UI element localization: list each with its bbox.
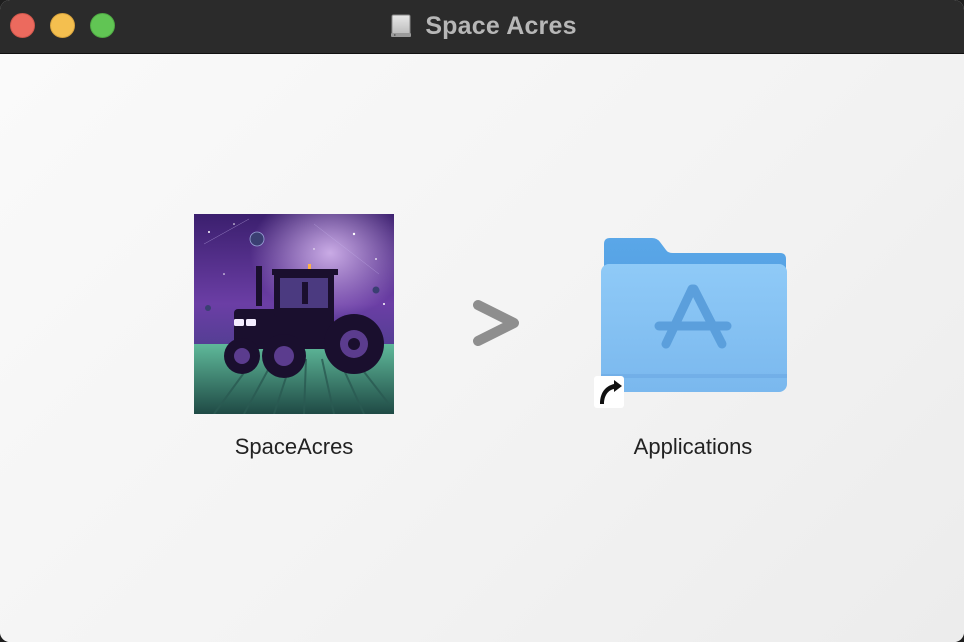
installer-background: SpaceAcres Applications [0,54,964,642]
title-bar[interactable]: Space Acres [0,0,964,54]
alias-arrow-icon [594,376,624,408]
finder-window: Space Acres SpaceAcres Applications [0,0,964,642]
app-label: SpaceAcres [234,434,354,459]
applications-folder-icon[interactable] [594,234,794,414]
tractor-space-artwork-icon[interactable] [194,214,394,414]
drag-arrow-icon [473,300,519,346]
applications-label: Applications [633,434,753,459]
window-title-group: Space Acres [0,0,964,52]
external-disk-icon [391,14,412,37]
window-title: Space Acres [425,11,577,40]
